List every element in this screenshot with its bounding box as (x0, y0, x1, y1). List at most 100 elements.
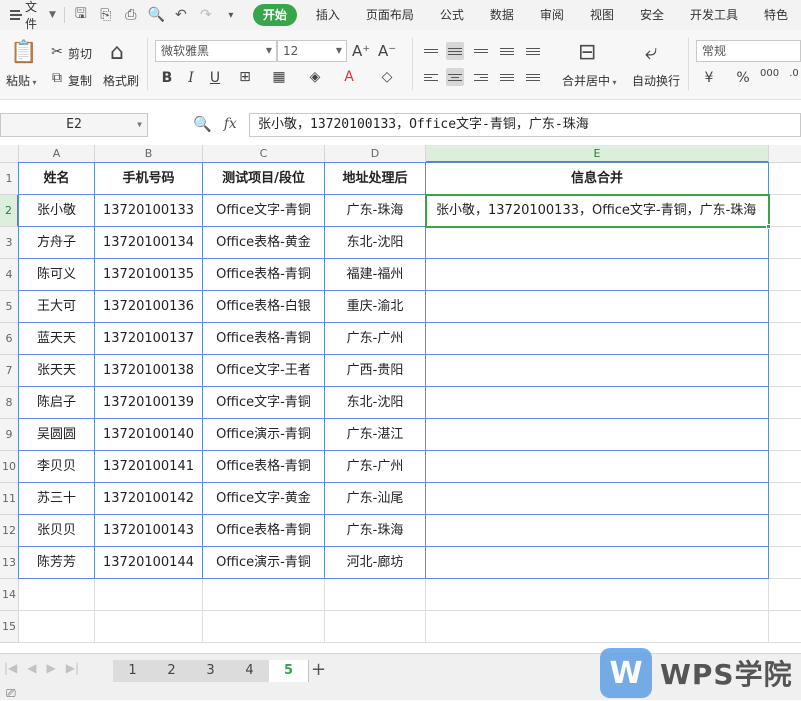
cell-f6[interactable] (769, 323, 801, 355)
italic-icon[interactable]: I (182, 70, 200, 86)
cell-b2[interactable]: 13720100133 (95, 195, 203, 227)
first-sheet-icon[interactable]: |◀ (4, 661, 17, 675)
cell-e10[interactable] (426, 451, 769, 483)
column-header-f[interactable] (769, 145, 801, 163)
row-header-15[interactable]: 15 (0, 611, 19, 643)
cell-b13[interactable]: 13720100144 (95, 547, 203, 579)
align-center-icon[interactable] (446, 68, 464, 86)
print-icon[interactable]: ⎙ (123, 7, 139, 23)
cell-d15[interactable] (325, 611, 426, 643)
tab-formulas[interactable]: 公式 (427, 4, 477, 26)
cell-e7[interactable] (426, 355, 769, 387)
currency-icon[interactable]: ¥ (700, 70, 718, 86)
cell-f1[interactable] (769, 163, 801, 195)
cell-e5[interactable] (426, 291, 769, 323)
font-name-select[interactable]: 微软雅黑 ▼ (155, 40, 277, 62)
font-size-select[interactable]: 12 ▼ (277, 40, 347, 62)
cell-f2[interactable] (769, 195, 801, 227)
cell-b3[interactable]: 13720100134 (95, 227, 203, 259)
row-header-7[interactable]: 7 (0, 355, 19, 387)
cell-e15[interactable] (426, 611, 769, 643)
next-sheet-icon[interactable]: ▶ (47, 661, 56, 675)
row-header-14[interactable]: 14 (0, 579, 19, 611)
justify-icon[interactable] (498, 68, 516, 86)
column-header-d[interactable]: D (325, 145, 426, 163)
row-header-4[interactable]: 4 (0, 259, 19, 291)
spreadsheet-grid[interactable]: A B C D E 1 姓名 手机号码 测试项目/段位 地址处理后 信息合并 2 张小敬 13720100… (0, 145, 801, 653)
row-header-12[interactable]: 12 (0, 515, 19, 547)
cell-a8[interactable]: 陈启子 (19, 387, 95, 419)
function-icon[interactable]: fx (224, 116, 237, 132)
cell-b7[interactable]: 13720100138 (95, 355, 203, 387)
number-format-select[interactable]: 常规 (696, 40, 801, 62)
cell-e3[interactable] (426, 227, 769, 259)
paste-icon[interactable]: 📋 (10, 42, 37, 64)
row-header-3[interactable]: 3 (0, 227, 19, 259)
cell-c14[interactable] (203, 579, 325, 611)
cell-f15[interactable] (769, 611, 801, 643)
column-header-b[interactable]: B (95, 145, 203, 163)
cell-b14[interactable] (95, 579, 203, 611)
format-painter-button[interactable]: 格式刷 (103, 72, 139, 89)
cell-b10[interactable]: 13720100141 (95, 451, 203, 483)
cell-f9[interactable] (769, 419, 801, 451)
cell-a13[interactable]: 陈芳芳 (19, 547, 95, 579)
cell-e14[interactable] (426, 579, 769, 611)
fill-color-icon[interactable]: ◈ (306, 69, 324, 85)
cell-c10[interactable]: Office表格-青铜 (203, 451, 325, 483)
tab-view[interactable]: 视图 (577, 4, 627, 26)
cell-a2[interactable]: 张小敬 (19, 195, 95, 227)
cell-c6[interactable]: Office表格-青铜 (203, 323, 325, 355)
tab-features[interactable]: 特色 (751, 4, 801, 26)
cell-d5[interactable]: 重庆-渝北 (325, 291, 426, 323)
paste-button[interactable]: 粘贴 ▾ (6, 72, 37, 89)
cell-d12[interactable]: 广东-珠海 (325, 515, 426, 547)
cell-b11[interactable]: 13720100142 (95, 483, 203, 515)
align-left-icon[interactable] (422, 68, 440, 86)
tab-developer[interactable]: 开发工具 (677, 4, 751, 26)
cell-e4[interactable] (426, 259, 769, 291)
cell-f4[interactable] (769, 259, 801, 291)
row-header-2[interactable]: 2 (0, 195, 19, 227)
name-box[interactable]: E2 ▼ (0, 113, 148, 137)
cell-b1[interactable]: 手机号码 (95, 163, 203, 195)
cell-d1[interactable]: 地址处理后 (325, 163, 426, 195)
cell-c9[interactable]: Office演示-青铜 (203, 419, 325, 451)
cell-f7[interactable] (769, 355, 801, 387)
percent-icon[interactable]: % (734, 70, 752, 86)
cell-e6[interactable] (426, 323, 769, 355)
undo-icon[interactable]: ↶ (173, 7, 189, 23)
cell-a11[interactable]: 苏三十 (19, 483, 95, 515)
cell-c15[interactable] (203, 611, 325, 643)
increase-font-icon[interactable]: A⁺ (352, 42, 370, 60)
cell-a14[interactable] (19, 579, 95, 611)
row-header-6[interactable]: 6 (0, 323, 19, 355)
cell-f5[interactable] (769, 291, 801, 323)
tab-security[interactable]: 安全 (627, 4, 677, 26)
cell-a3[interactable]: 方舟子 (19, 227, 95, 259)
cut-button[interactable]: 剪切 (68, 45, 92, 62)
increase-indent-icon[interactable] (524, 42, 542, 60)
tab-insert[interactable]: 插入 (303, 4, 353, 26)
cell-f10[interactable] (769, 451, 801, 483)
distributed-icon[interactable] (524, 68, 542, 86)
cell-d13[interactable]: 河北-廊坊 (325, 547, 426, 579)
sheet-tab-2[interactable]: 2 (152, 660, 192, 682)
align-top-icon[interactable] (422, 42, 440, 60)
copy-button[interactable]: 复制 (68, 72, 92, 89)
fill-handle[interactable] (766, 224, 771, 229)
cell-b5[interactable]: 13720100136 (95, 291, 203, 323)
row-header-13[interactable]: 13 (0, 547, 19, 579)
cell-c7[interactable]: Office文字-王者 (203, 355, 325, 387)
decimal-icon[interactable]: .0 (785, 68, 801, 79)
merge-center-icon[interactable]: ⊟ (578, 42, 596, 64)
font-color-icon[interactable]: A (340, 69, 358, 85)
decrease-indent-icon[interactable] (498, 42, 516, 60)
align-middle-icon[interactable] (446, 42, 464, 60)
cell-d4[interactable]: 福建-福州 (325, 259, 426, 291)
zoom-icon[interactable]: 🔍 (193, 115, 212, 133)
cell-e13[interactable] (426, 547, 769, 579)
row-header-11[interactable]: 11 (0, 483, 19, 515)
save-icon[interactable]: 🖫 (73, 3, 89, 27)
format-painter-icon[interactable]: ⌂ (110, 42, 124, 64)
